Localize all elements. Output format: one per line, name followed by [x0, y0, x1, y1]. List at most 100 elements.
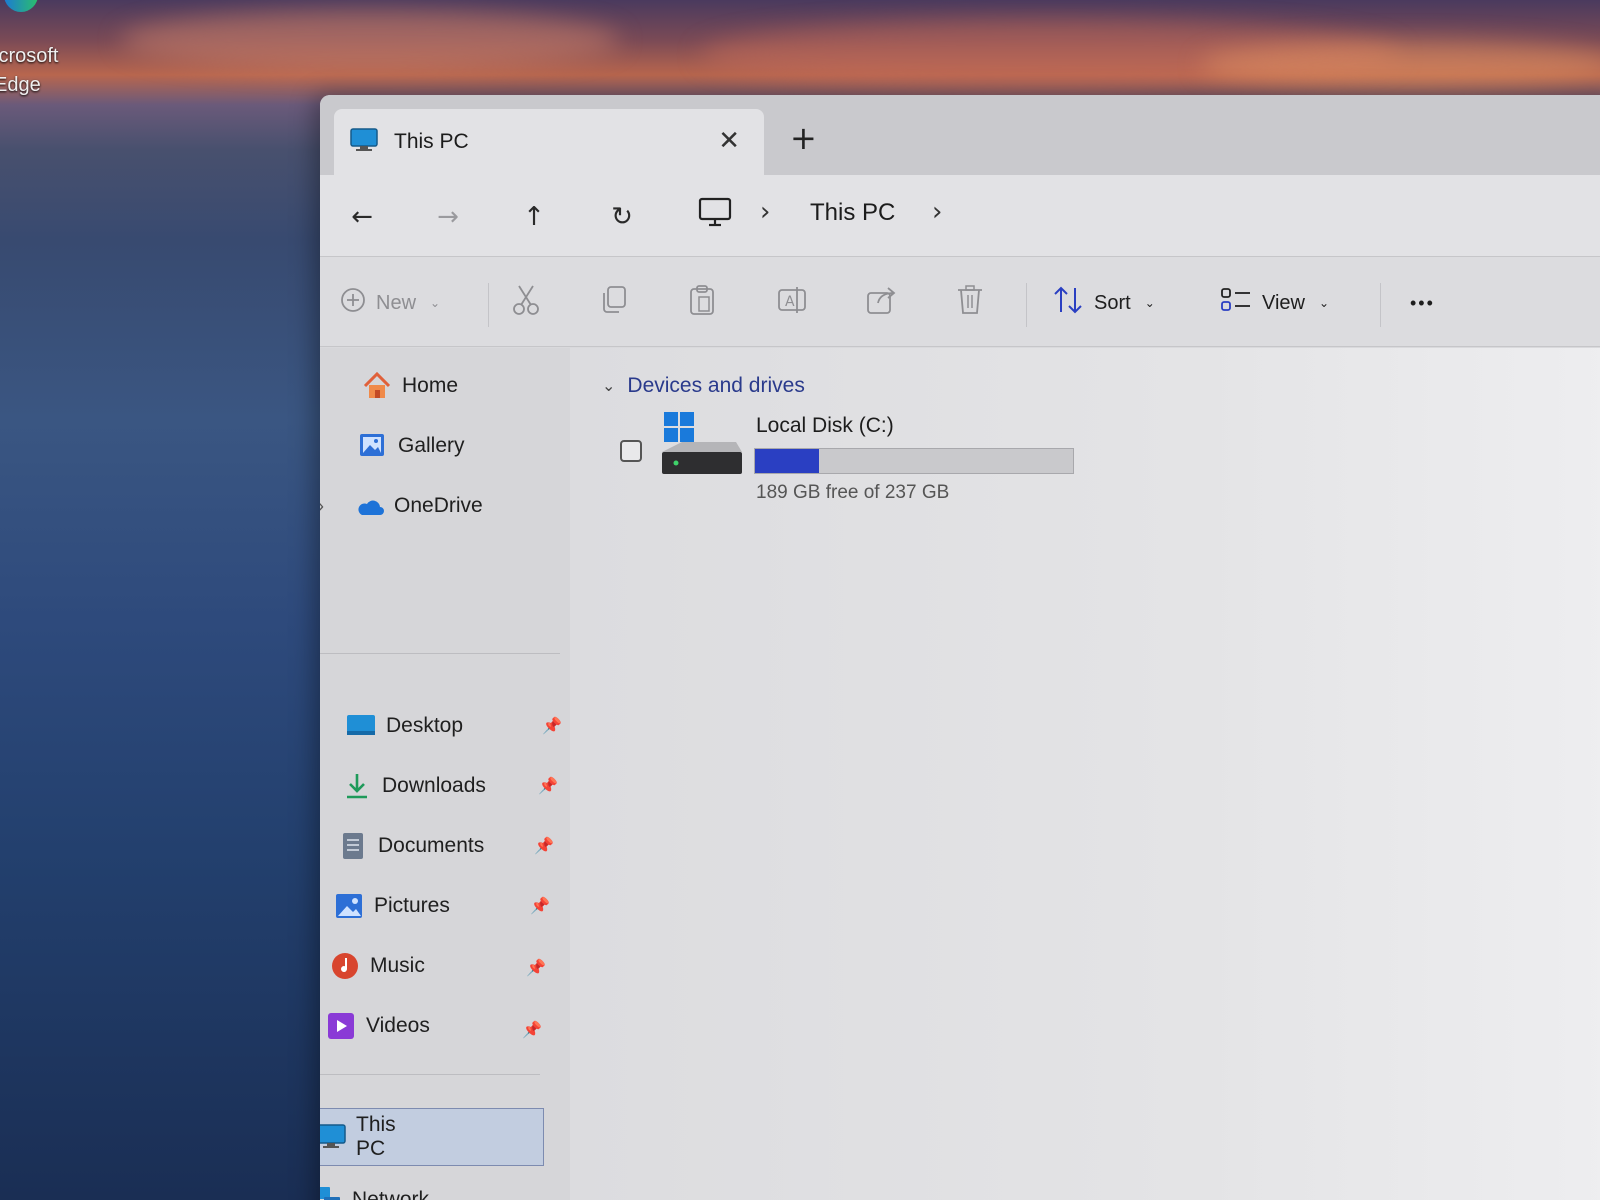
sidebar-item-label: Music [370, 954, 425, 977]
music-icon [330, 951, 360, 981]
gallery-icon [358, 431, 388, 461]
cut-icon [512, 284, 540, 322]
breadcrumb-this-pc[interactable]: This PC [810, 199, 895, 227]
share-icon [866, 285, 898, 321]
sidebar-item-documents[interactable]: Documents [338, 824, 484, 868]
sidebar-divider [320, 1074, 540, 1075]
pin-icon[interactable]: 📌 [538, 776, 558, 795]
sidebar-item-music[interactable]: Music [330, 944, 425, 988]
drive-usage-fill [755, 449, 819, 473]
monitor-icon [350, 128, 378, 156]
breadcrumb-separator[interactable]: › [760, 197, 770, 227]
pin-icon[interactable]: 📌 [542, 716, 562, 735]
cut-button[interactable] [512, 283, 540, 323]
sidebar-item-onedrive[interactable]: › OneDrive [320, 484, 483, 528]
sidebar-item-label: Home [402, 374, 459, 397]
pin-icon[interactable]: 📌 [534, 836, 554, 855]
sidebar-item-pictures[interactable]: Pictures [334, 884, 450, 928]
monitor-outline-icon[interactable] [698, 197, 732, 233]
breadcrumb-trailing-separator[interactable]: › [932, 197, 942, 227]
up-button[interactable]: ↑ [514, 197, 554, 237]
refresh-button[interactable]: ↻ [602, 197, 642, 237]
group-header-devices-and-drives[interactable]: ⌄ Devices and drives [602, 374, 805, 398]
navigation-bar: ← → ↑ ↻ › This PC › [320, 175, 1600, 257]
sidebar-item-downloads[interactable]: Downloads [342, 764, 486, 808]
tab-title: This PC [394, 130, 469, 153]
onedrive-icon [354, 491, 384, 521]
sidebar-item-label: This PC [356, 1113, 396, 1160]
command-toolbar: New ⌄ A Sort ⌄ View ⌄ ••• [320, 257, 1600, 347]
sidebar-item-label: Network [352, 1188, 430, 1200]
desktop-shortcut-edge[interactable]: icrosoft Edge [0, 0, 74, 100]
pin-icon[interactable]: 📌 [530, 896, 550, 915]
videos-icon [326, 1011, 356, 1041]
edge-icon [4, 0, 38, 12]
sidebar-item-this-pc-content: › This PC [320, 1113, 396, 1160]
drive-free-space: 189 GB free of 237 GB [756, 482, 950, 503]
forward-button[interactable]: → [428, 197, 468, 237]
toolbar-divider [1026, 283, 1027, 327]
chevron-right-icon[interactable]: › [320, 496, 324, 517]
rename-button[interactable]: A [776, 283, 808, 323]
chevron-down-icon: ⌄ [1144, 296, 1155, 310]
group-title: Devices and drives [627, 374, 805, 397]
tab-strip: This PC ✕ + [320, 95, 1600, 175]
back-button[interactable]: ← [342, 197, 382, 237]
more-options-button[interactable]: ••• [1410, 283, 1435, 323]
drive-item-local-disk-c[interactable]: Local Disk (C:) 189 GB free of 237 GB [620, 408, 1100, 508]
sidebar-item-desktop[interactable]: Desktop [346, 704, 463, 748]
home-icon [362, 371, 392, 401]
paste-icon [688, 284, 716, 322]
network-icon [320, 1185, 342, 1200]
sort-button-label: Sort [1094, 291, 1131, 314]
copy-button[interactable] [600, 283, 628, 323]
pin-icon[interactable]: 📌 [526, 958, 546, 977]
tab-this-pc[interactable]: This PC ✕ [334, 109, 764, 175]
sidebar-item-label: Desktop [386, 714, 464, 737]
new-button-label: New [376, 291, 417, 314]
sidebar-item-label: Pictures [374, 894, 450, 917]
drive-name: Local Disk (C:) [756, 414, 894, 437]
sidebar-item-label: Documents [378, 834, 485, 857]
desktop-shortcut-label-2: Edge [0, 74, 41, 96]
drive-usage-bar [754, 448, 1074, 474]
view-button[interactable]: View ⌄ [1220, 283, 1329, 323]
share-button[interactable] [866, 283, 898, 323]
wallpaper-cloud [120, 10, 620, 70]
desktop-shortcut-label-1: icrosoft [0, 45, 59, 67]
content-pane: ⌄ Devices and drives Local Disk (C:) 189… [570, 348, 1600, 1200]
sidebar-item-network[interactable]: › Network [320, 1178, 429, 1200]
new-button[interactable]: New ⌄ [340, 283, 440, 323]
view-icon [1220, 286, 1252, 320]
svg-text:A: A [785, 294, 795, 310]
sidebar-item-videos[interactable]: Videos [326, 1004, 430, 1048]
sidebar-item-label: OneDrive [394, 494, 483, 517]
delete-icon [956, 284, 984, 322]
sidebar-divider [320, 653, 560, 654]
documents-icon [338, 831, 368, 861]
new-tab-button[interactable]: + [790, 121, 817, 155]
delete-button[interactable] [956, 283, 984, 323]
plus-circle-icon [340, 287, 366, 319]
downloads-icon [342, 771, 372, 801]
item-checkbox[interactable] [620, 440, 642, 462]
toolbar-divider [488, 283, 489, 327]
pin-icon[interactable]: 📌 [522, 1020, 542, 1039]
chevron-down-icon: ⌄ [602, 378, 616, 395]
chevron-down-icon: ⌄ [430, 296, 441, 310]
sidebar-item-label: Videos [366, 1014, 430, 1037]
sidebar-item-label: Gallery [398, 434, 465, 457]
sidebar-item-gallery[interactable]: Gallery [358, 424, 465, 468]
sidebar-item-label: Downloads [382, 774, 486, 797]
more-icon: ••• [1410, 292, 1435, 313]
file-explorer-window: This PC ✕ + ← → ↑ ↻ › This PC › New ⌄ A … [320, 95, 1600, 1200]
sort-icon [1052, 285, 1084, 321]
close-tab-icon[interactable]: ✕ [718, 127, 740, 155]
rename-icon: A [776, 284, 808, 322]
navigation-pane: Home Gallery › OneDrive Desktop 📌 [320, 348, 570, 1200]
paste-button[interactable] [688, 283, 716, 323]
sidebar-item-home[interactable]: Home [362, 364, 458, 408]
sort-button[interactable]: Sort ⌄ [1052, 283, 1155, 323]
pictures-icon [334, 891, 364, 921]
view-button-label: View [1262, 291, 1305, 314]
